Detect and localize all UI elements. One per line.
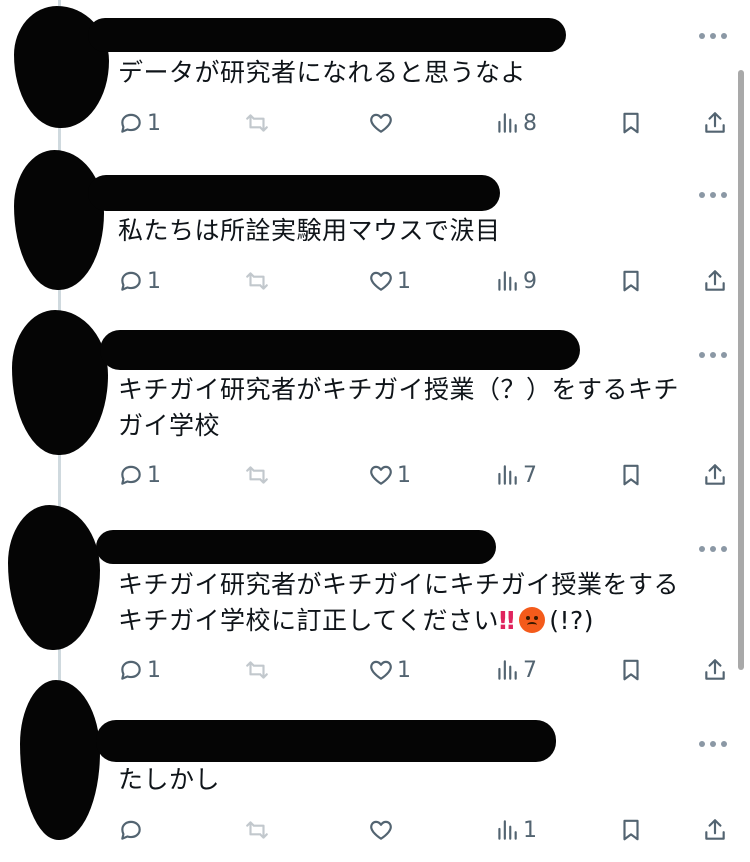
tweet-text-suffix: (!?) bbox=[549, 606, 595, 635]
more-horizontal-icon[interactable] bbox=[698, 31, 728, 41]
bookmark-icon bbox=[623, 464, 639, 486]
double-exclamation-emoji: ‼ bbox=[499, 606, 516, 635]
avatar[interactable] bbox=[14, 150, 104, 290]
redacted-username bbox=[96, 530, 496, 564]
reply-button[interactable]: 1 bbox=[118, 460, 161, 490]
redacted-username bbox=[88, 175, 500, 211]
views-button[interactable]: 1 bbox=[494, 815, 537, 845]
tweet-text-line2: キチガイ学校に訂正してください‼ (!?) bbox=[118, 603, 718, 639]
avatar[interactable] bbox=[12, 310, 108, 455]
analytics-icon bbox=[498, 465, 517, 485]
view-count: 8 bbox=[523, 110, 537, 136]
reply-button[interactable]: 1 bbox=[118, 108, 161, 138]
bookmark-icon bbox=[623, 819, 639, 841]
tweet-text: キチガイ研究者がキチガイにキチガイ授業をする キチガイ学校に訂正してください‼ (… bbox=[118, 567, 718, 639]
tweet-actions: 1 1 7 bbox=[118, 460, 733, 490]
bookmark-icon bbox=[623, 270, 639, 292]
like-button[interactable]: 1 bbox=[368, 460, 411, 490]
tweet-actions: 1 1 9 bbox=[118, 266, 733, 296]
view-count: 9 bbox=[523, 268, 537, 294]
avatar[interactable] bbox=[8, 505, 100, 650]
retweet-button[interactable] bbox=[244, 815, 273, 845]
share-icon bbox=[705, 112, 725, 133]
redacted-username bbox=[100, 330, 580, 370]
bookmark-button[interactable] bbox=[618, 108, 644, 138]
share-button[interactable] bbox=[702, 460, 728, 490]
bookmark-icon bbox=[623, 112, 639, 134]
like-button[interactable] bbox=[368, 815, 397, 845]
more-horizontal-icon[interactable] bbox=[698, 544, 728, 554]
bookmark-button[interactable] bbox=[618, 460, 644, 490]
analytics-icon bbox=[498, 820, 517, 840]
tweet-text: 私たちは所詮実験用マウスで涙目 bbox=[118, 216, 501, 245]
tweet-actions: 1 bbox=[118, 815, 733, 845]
tweet-5[interactable]: たしかし 1 bbox=[0, 680, 750, 862]
retweet-button[interactable] bbox=[244, 460, 273, 490]
heart-icon bbox=[370, 271, 392, 291]
reply-icon bbox=[121, 271, 141, 291]
reply-count: 1 bbox=[147, 657, 161, 683]
like-count: 1 bbox=[397, 657, 411, 683]
share-icon bbox=[705, 819, 725, 840]
share-button[interactable] bbox=[702, 815, 728, 845]
tweet-text: データが研究者になれると思うなよ bbox=[118, 58, 527, 87]
retweet-icon bbox=[246, 272, 268, 290]
tweet-text: たしかし bbox=[118, 765, 221, 794]
reply-count: 1 bbox=[147, 462, 161, 488]
retweet-icon bbox=[246, 821, 268, 839]
tweet-4[interactable]: キチガイ研究者がキチガイにキチガイ授業をする キチガイ学校に訂正してください‼ (… bbox=[0, 505, 750, 700]
view-count: 7 bbox=[523, 462, 537, 488]
share-icon bbox=[705, 464, 725, 485]
retweet-icon bbox=[246, 114, 268, 132]
reply-icon bbox=[121, 465, 141, 485]
heart-icon bbox=[370, 465, 392, 485]
reply-button[interactable] bbox=[118, 815, 147, 845]
tweet-actions: 1 8 bbox=[118, 108, 733, 138]
bookmark-button[interactable] bbox=[618, 815, 644, 845]
avatar[interactable] bbox=[20, 680, 100, 840]
bookmark-button[interactable] bbox=[618, 266, 644, 296]
redacted-username bbox=[96, 720, 556, 762]
views-button[interactable]: 9 bbox=[494, 266, 537, 296]
heart-icon bbox=[370, 820, 392, 840]
heart-icon bbox=[370, 113, 392, 133]
tweet-text-line1: キチガイ研究者がキチガイにキチガイ授業をする bbox=[118, 570, 680, 599]
analytics-icon bbox=[498, 113, 517, 133]
views-button[interactable]: 7 bbox=[494, 460, 537, 490]
reply-button[interactable]: 1 bbox=[118, 266, 161, 296]
tweet-2[interactable]: 私たちは所詮実験用マウスで涙目 1 1 9 bbox=[0, 150, 750, 310]
like-count: 1 bbox=[397, 268, 411, 294]
retweet-button[interactable] bbox=[244, 266, 273, 296]
reply-count: 1 bbox=[147, 110, 161, 136]
redacted-username bbox=[88, 18, 566, 52]
analytics-icon bbox=[498, 271, 517, 291]
tweet-text-line2-body: キチガイ学校に訂正してください bbox=[118, 606, 500, 635]
more-horizontal-icon[interactable] bbox=[698, 190, 728, 200]
share-icon bbox=[705, 270, 725, 291]
tweet-1[interactable]: データが研究者になれると思うなよ 1 8 bbox=[0, 0, 750, 150]
more-horizontal-icon[interactable] bbox=[698, 350, 728, 360]
view-count: 7 bbox=[523, 657, 537, 683]
tweet-text: キチガイ研究者がキチガイ授業（？）をするキチガイ学校 bbox=[118, 375, 680, 440]
tweet-3[interactable]: キチガイ研究者がキチガイ授業（？）をするキチガイ学校 1 1 7 bbox=[0, 310, 750, 505]
view-count: 1 bbox=[523, 817, 537, 843]
views-button[interactable]: 8 bbox=[494, 108, 537, 138]
like-count: 1 bbox=[397, 462, 411, 488]
reply-icon bbox=[121, 820, 141, 840]
reply-icon bbox=[121, 113, 141, 133]
share-button[interactable] bbox=[702, 266, 728, 296]
like-button[interactable]: 1 bbox=[368, 266, 411, 296]
reply-count: 1 bbox=[147, 268, 161, 294]
retweet-button[interactable] bbox=[244, 108, 273, 138]
angry-face-icon bbox=[519, 607, 546, 633]
retweet-icon bbox=[246, 466, 268, 484]
share-button[interactable] bbox=[702, 108, 728, 138]
more-horizontal-icon[interactable] bbox=[698, 739, 728, 749]
like-button[interactable] bbox=[368, 108, 397, 138]
